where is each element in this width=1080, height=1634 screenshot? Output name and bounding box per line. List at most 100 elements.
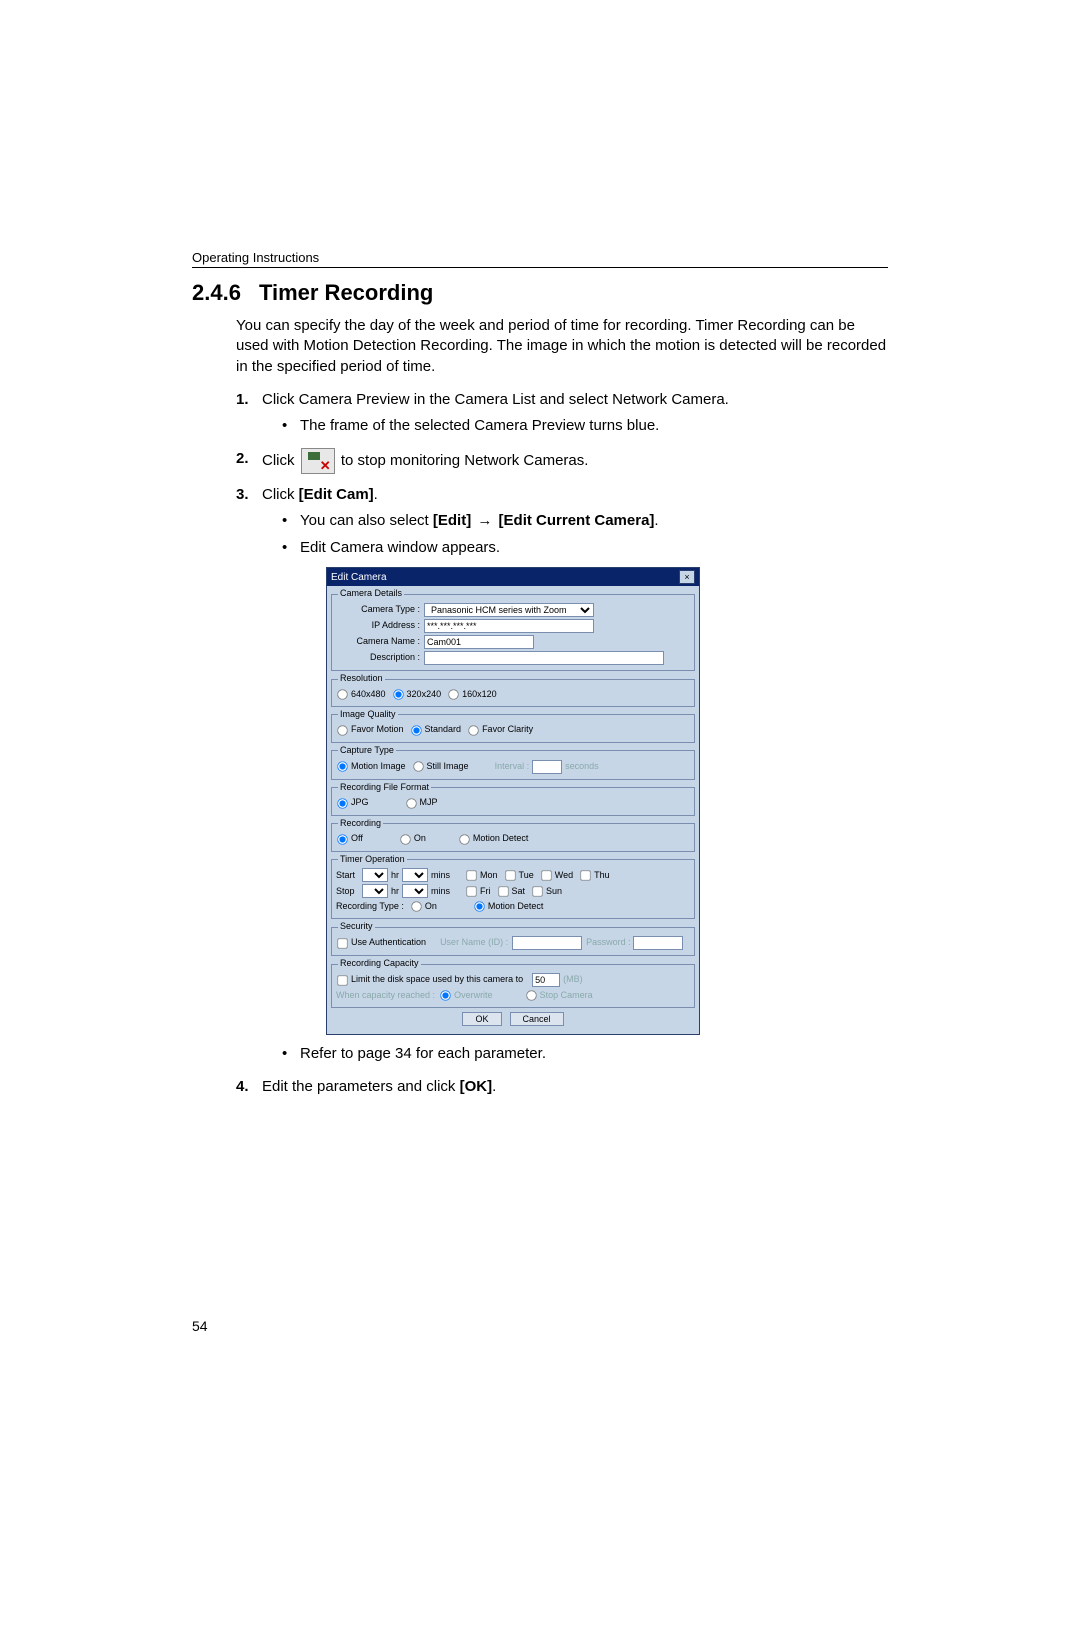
step-number: 1.: [236, 389, 249, 412]
fri-check[interactable]: Fri: [465, 885, 491, 898]
seconds-label: seconds: [565, 762, 599, 772]
username-label: User Name (ID) :: [440, 938, 508, 948]
step-number: 4.: [236, 1076, 249, 1099]
recording-on-radio[interactable]: On: [399, 833, 426, 846]
bullet: The frame of the selected Camera Preview…: [282, 415, 888, 438]
wed-check[interactable]: Wed: [540, 869, 573, 882]
edit-menu-label: [Edit]: [433, 512, 471, 529]
mins-label: mins: [431, 871, 450, 881]
limit-space-check[interactable]: Limit the disk space used by this camera…: [336, 974, 523, 987]
security-group: Security Use Authentication User Name (I…: [331, 922, 695, 956]
camera-type-label: Camera Type :: [336, 605, 424, 615]
recording-capacity-group: Recording Capacity Limit the disk space …: [331, 959, 695, 1008]
step-text: Click Camera Preview in the Camera List …: [262, 391, 729, 408]
quality-clarity-radio[interactable]: Favor Clarity: [467, 724, 533, 737]
limit-mb-input[interactable]: [532, 973, 560, 987]
group-label: Image Quality: [338, 710, 398, 720]
group-label: Resolution: [338, 674, 385, 684]
ip-address-input[interactable]: [424, 619, 594, 633]
stop-monitor-icon: ✕: [301, 448, 335, 474]
when-reached-label: When capacity reached :: [336, 991, 435, 1001]
txt: [471, 512, 475, 529]
stop-hr-select[interactable]: 23: [362, 884, 388, 898]
start-label: Start: [336, 871, 362, 881]
step-3: 3. Click [Edit Cam]. You can also select…: [236, 484, 888, 1066]
step-text-post: to stop monitoring Network Cameras.: [341, 452, 589, 469]
group-label: Capture Type: [338, 746, 396, 756]
mon-check[interactable]: Mon: [465, 869, 498, 882]
interval-label: Interval :: [495, 762, 530, 772]
section-number: 2.4.6: [192, 280, 241, 305]
description-label: Description :: [336, 653, 424, 663]
group-label: Camera Details: [338, 589, 404, 599]
running-header: Operating Instructions: [192, 250, 888, 265]
username-input[interactable]: [512, 936, 582, 950]
bullet: Edit Camera window appears.: [282, 537, 888, 560]
recording-off-radio[interactable]: Off: [336, 833, 363, 846]
txt: You can also select: [300, 512, 433, 529]
bullet: Refer to page 34 for each parameter.: [282, 1043, 888, 1066]
start-hr-select[interactable]: 0: [362, 868, 388, 882]
edit-current-camera-label: [Edit Current Camera]: [499, 512, 655, 529]
start-min-select[interactable]: 0: [402, 868, 428, 882]
resolution-group: Resolution 640x480 320x240 160x120: [331, 674, 695, 707]
step-number: 2.: [236, 448, 249, 471]
hr-label: hr: [391, 887, 399, 897]
intro-paragraph: You can specify the day of the week and …: [236, 316, 888, 377]
rectype-motion-radio[interactable]: Motion Detect: [473, 900, 544, 913]
stop-min-select[interactable]: 59: [402, 884, 428, 898]
cancel-button[interactable]: Cancel: [510, 1012, 564, 1026]
dialog-title: Edit Camera: [331, 572, 387, 583]
use-auth-check[interactable]: Use Authentication: [336, 937, 426, 950]
interval-input[interactable]: [532, 760, 562, 774]
description-input[interactable]: [424, 651, 664, 665]
recording-group: Recording Off On Motion Detect: [331, 819, 695, 852]
capture-motion-radio[interactable]: Motion Image: [336, 760, 406, 773]
ip-address-label: IP Address :: [336, 621, 424, 631]
camera-name-label: Camera Name :: [336, 637, 424, 647]
step-text-pre: Edit the parameters and click: [262, 1078, 460, 1095]
format-mjp-radio[interactable]: MJP: [405, 797, 438, 810]
stop-camera-radio[interactable]: Stop Camera: [525, 989, 593, 1002]
step-3-bullets-after: Refer to page 34 for each parameter.: [282, 1043, 888, 1066]
image-quality-group: Image Quality Favor Motion Standard Favo…: [331, 710, 695, 743]
password-input[interactable]: [633, 936, 683, 950]
bullet: You can also select [Edit] → [Edit Curre…: [282, 510, 888, 533]
camera-name-input[interactable]: [424, 635, 534, 649]
file-format-group: Recording File Format JPG MJP: [331, 783, 695, 816]
rectype-on-radio[interactable]: On: [410, 900, 437, 913]
ok-button[interactable]: OK: [462, 1012, 501, 1026]
capture-type-group: Capture Type Motion Image Still Image In…: [331, 746, 695, 780]
camera-type-select[interactable]: Panasonic HCM series with Zoom: [424, 603, 594, 617]
res-160-radio[interactable]: 160x120: [447, 688, 497, 701]
mb-label: (MB): [563, 975, 583, 985]
step-text-pre: Click: [262, 452, 295, 469]
quality-standard-radio[interactable]: Standard: [410, 724, 462, 737]
step-text-pre: Click: [262, 486, 299, 503]
format-jpg-radio[interactable]: JPG: [336, 797, 369, 810]
timer-operation-group: Timer Operation Start 0 hr 0 mins Mon Tu…: [331, 855, 695, 920]
hr-label: hr: [391, 871, 399, 881]
res-320-radio[interactable]: 320x240: [392, 688, 442, 701]
quality-motion-radio[interactable]: Favor Motion: [336, 724, 404, 737]
step-3-bullets: You can also select [Edit] → [Edit Curre…: [282, 510, 888, 559]
dialog-body: Camera Details Camera Type : Panasonic H…: [327, 586, 699, 1034]
overwrite-radio[interactable]: Overwrite: [439, 989, 493, 1002]
recording-type-label: Recording Type :: [336, 902, 404, 912]
sun-check[interactable]: Sun: [531, 885, 562, 898]
txt: .: [654, 512, 658, 529]
dialog-titlebar: Edit Camera ×: [327, 568, 699, 586]
step-number: 3.: [236, 484, 249, 507]
sat-check[interactable]: Sat: [497, 885, 526, 898]
group-label: Security: [338, 922, 375, 932]
close-icon[interactable]: ×: [679, 570, 695, 584]
recording-motion-radio[interactable]: Motion Detect: [458, 833, 529, 846]
tue-check[interactable]: Tue: [504, 869, 534, 882]
thu-check[interactable]: Thu: [579, 869, 610, 882]
edit-camera-dialog: Edit Camera × Camera Details Camera Type…: [326, 567, 700, 1035]
capture-still-radio[interactable]: Still Image: [412, 760, 469, 773]
header-rule: [192, 267, 888, 268]
res-640-radio[interactable]: 640x480: [336, 688, 386, 701]
group-label: Timer Operation: [338, 855, 407, 865]
step-1-bullets: The frame of the selected Camera Preview…: [282, 415, 888, 438]
